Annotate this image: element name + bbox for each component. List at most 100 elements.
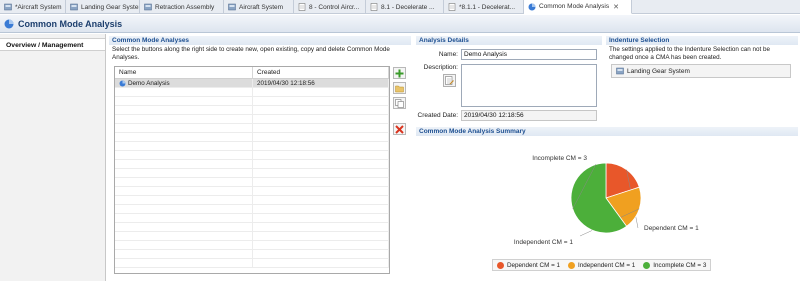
empty-table-row	[115, 88, 389, 97]
page-title: Common Mode Analysis	[18, 18, 123, 29]
empty-cell	[253, 187, 389, 195]
tab-3[interactable]: Aircraft System	[224, 0, 294, 14]
tab-label: Common Mode Analysis	[539, 3, 610, 10]
empty-table-row	[115, 241, 389, 250]
tab-label: 8 - Control Aircr...	[309, 3, 360, 11]
empty-cell	[253, 214, 389, 222]
empty-cell	[115, 187, 253, 195]
empty-table-row	[115, 196, 389, 205]
name-field[interactable]: Demo Analysis	[461, 49, 597, 60]
empty-cell	[253, 169, 389, 177]
add-analysis-button[interactable]	[393, 67, 406, 79]
delete-analysis-button[interactable]	[393, 123, 406, 135]
empty-cell	[253, 88, 389, 96]
copy-analysis-button[interactable]	[393, 97, 406, 109]
edit-description-button[interactable]	[443, 74, 456, 87]
tab-2[interactable]: Retraction Assembly	[140, 0, 224, 14]
indenture-description: The settings applied to the Indenture Se…	[609, 46, 771, 61]
empty-table-row	[115, 223, 389, 232]
left-navigation: Overview / Management	[0, 34, 106, 281]
empty-cell	[115, 133, 253, 141]
tab-7[interactable]: Common Mode Analysis ✕	[524, 0, 632, 14]
tab-6[interactable]: *8.1.1 - Decelerat...	[444, 0, 524, 14]
tab-label: Landing Gear System	[81, 3, 140, 11]
empty-cell	[115, 223, 253, 231]
system-icon	[228, 3, 236, 11]
column-header-name[interactable]: Name	[115, 67, 253, 78]
tab-label: *Aircraft System	[15, 3, 62, 11]
cell-created: 2019/04/30 12:18:56	[253, 79, 389, 87]
details-heading: Analysis Details	[416, 36, 602, 45]
empty-table-row	[115, 178, 389, 187]
empty-table-row	[115, 232, 389, 241]
system-icon	[70, 3, 78, 11]
chart-legend: Dependent CM = 1 Independent CM = 1 Incomp…	[492, 259, 712, 271]
document-icon	[370, 3, 378, 11]
close-icon[interactable]: ✕	[613, 3, 619, 11]
empty-table-row	[115, 97, 389, 106]
description-label: Description:	[423, 64, 458, 71]
empty-cell	[253, 124, 389, 132]
cell-name: Demo Analysis	[115, 79, 253, 87]
empty-cell	[253, 241, 389, 249]
analysis-icon	[119, 80, 126, 86]
empty-cell	[253, 178, 389, 186]
indenture-selected-value: Landing Gear System	[627, 67, 690, 75]
analyses-table: Name Created Demo Analysis 2019/04/30 12:…	[114, 66, 390, 274]
cma-icon	[4, 19, 14, 28]
legend-swatch	[568, 261, 576, 269]
empty-cell	[115, 169, 253, 177]
system-icon	[616, 67, 624, 75]
empty-table-row	[115, 133, 389, 142]
empty-table-row	[115, 106, 389, 115]
indenture-selection[interactable]: Landing Gear System	[611, 64, 791, 78]
empty-cell	[253, 259, 389, 267]
row-name: Demo Analysis	[128, 79, 170, 87]
empty-cell	[115, 232, 253, 240]
table-row[interactable]: Demo Analysis 2019/04/30 12:18:56	[115, 79, 389, 88]
empty-table-row	[115, 250, 389, 259]
open-analysis-button[interactable]	[393, 82, 406, 94]
empty-cell	[253, 160, 389, 168]
tab-1[interactable]: Landing Gear System	[66, 0, 140, 14]
column-header-created[interactable]: Created	[253, 67, 389, 78]
legend-swatch	[643, 261, 651, 269]
empty-cell	[253, 250, 389, 258]
indenture-heading: Indenture Selection	[606, 36, 798, 45]
empty-cell	[253, 106, 389, 114]
empty-cell	[115, 259, 253, 267]
empty-cell	[115, 106, 253, 114]
tab-5[interactable]: 8.1 - Decelerate ...	[366, 0, 444, 14]
analyses-heading: Common Mode Analyses	[109, 36, 411, 45]
empty-cell	[253, 232, 389, 240]
empty-table-row	[115, 259, 389, 268]
empty-table-row	[115, 205, 389, 214]
empty-table-row	[115, 151, 389, 160]
tab-label: Retraction Assembly	[155, 3, 215, 11]
empty-table-row	[115, 142, 389, 151]
pie-label-incomplete: Incomplete CM = 3	[532, 155, 587, 162]
summary-heading: Common Mode Analysis Summary	[416, 127, 798, 136]
analyses-description: Select the buttons along the right side …	[112, 46, 390, 61]
delete-icon	[395, 124, 404, 134]
nav-item-overview[interactable]: Overview / Management	[0, 38, 105, 51]
empty-table-row	[115, 115, 389, 124]
legend-label: Dependent CM = 1	[507, 261, 561, 269]
legend-swatch	[497, 261, 504, 269]
empty-cell	[115, 115, 253, 123]
empty-table-row	[115, 169, 389, 178]
empty-cell	[115, 97, 253, 105]
tab-0[interactable]: *Aircraft System	[0, 0, 66, 14]
empty-cell	[115, 160, 253, 168]
tab-label: 8.1 - Decelerate ...	[381, 3, 435, 11]
document-icon	[298, 3, 306, 11]
page-header: Common Mode Analysis	[0, 15, 800, 33]
legend-label: Incomplete CM = 3	[653, 261, 707, 269]
tab-4[interactable]: 8 - Control Aircr...	[294, 0, 366, 14]
description-field[interactable]	[461, 64, 597, 107]
empty-table-row	[115, 160, 389, 169]
table-header: Name Created	[115, 67, 389, 79]
empty-cell	[115, 196, 253, 204]
created-date-label: Created Date:	[417, 112, 458, 119]
tab-label: *8.1.1 - Decelerat...	[459, 3, 515, 11]
